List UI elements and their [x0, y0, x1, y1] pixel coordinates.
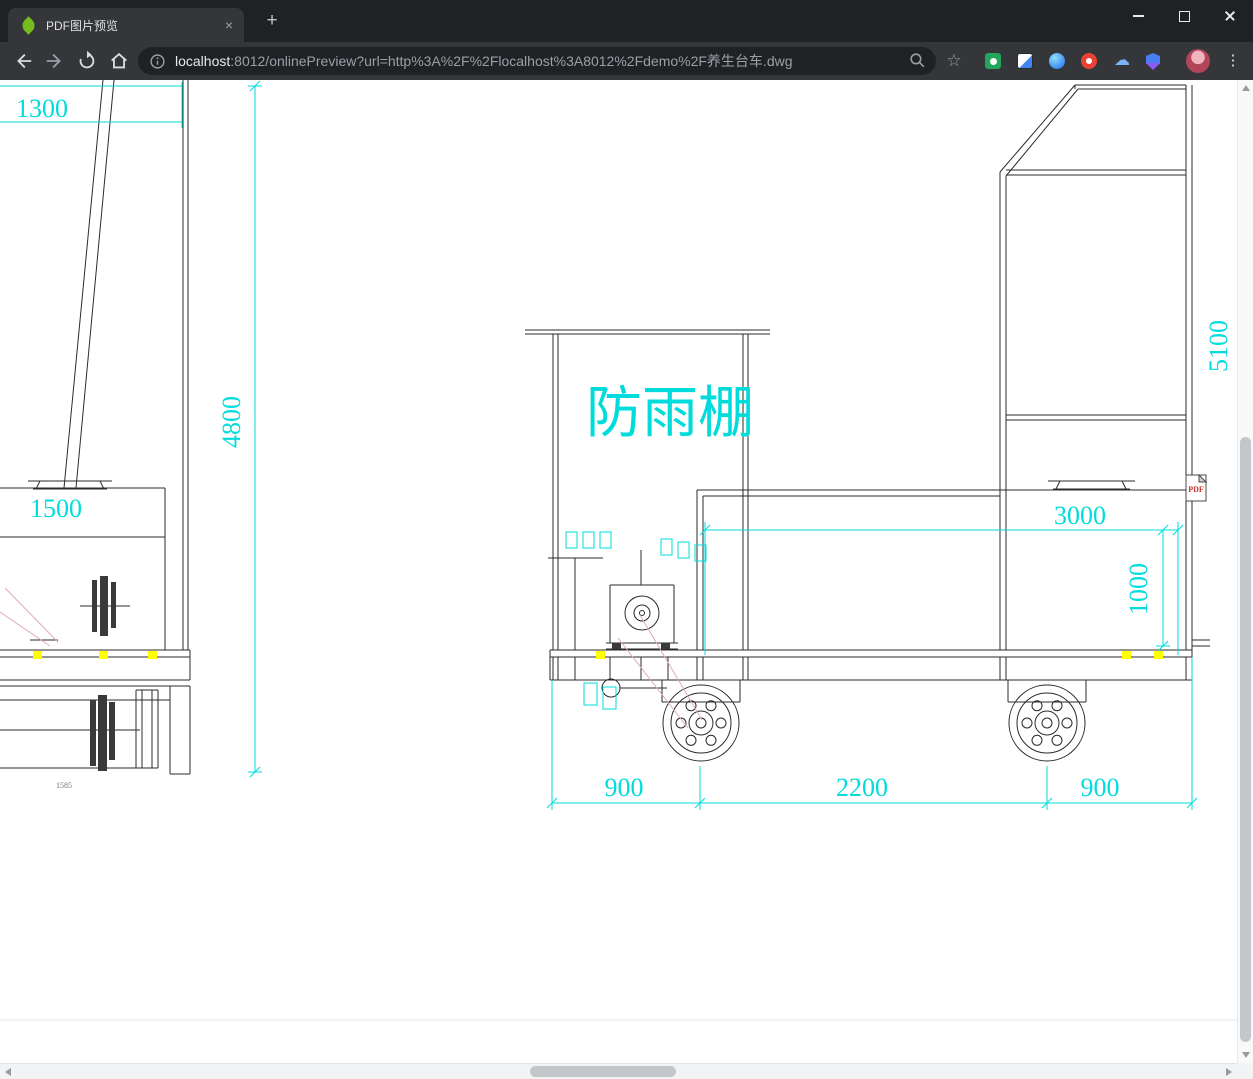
home-icon[interactable]: [108, 50, 130, 72]
address-bar[interactable]: localhost:8012/onlinePreview?url=http%3A…: [138, 47, 936, 75]
bookmark-star-icon[interactable]: ☆: [944, 50, 964, 72]
new-tab-button[interactable]: +: [260, 9, 284, 33]
preview-page: 1300 4800 1500 5100 3000 1000 900 2200 9…: [0, 80, 1237, 1063]
dim-1000-label: 1000: [1124, 563, 1153, 615]
vertical-scroll-thumb[interactable]: [1240, 437, 1251, 1042]
shield-extension-icon[interactable]: [1146, 53, 1160, 70]
browser-tab[interactable]: PDF图片预览 ×: [8, 8, 244, 42]
tab-close-icon[interactable]: ×: [221, 17, 237, 33]
rain-shelter-label: 防雨棚: [586, 383, 754, 445]
dim-1300-label: 1300: [16, 94, 68, 123]
maximize-icon: [1178, 10, 1190, 22]
cad-drawing-canvas: 1300 4800 1500 5100 3000 1000 900 2200 9…: [0, 80, 1237, 1021]
axle-details: [90, 576, 670, 771]
wheel-left: [662, 684, 740, 762]
scroll-up-arrow[interactable]: [1242, 85, 1250, 91]
dim-4800-label: 4800: [217, 396, 246, 448]
extension-icon-blue[interactable]: [1049, 53, 1065, 69]
scroll-down-arrow[interactable]: [1242, 1052, 1250, 1058]
translate-extension-icon[interactable]: [1017, 53, 1033, 69]
pdf-file-icon[interactable]: PDF: [1185, 473, 1208, 502]
tab-title: PDF图片预览: [46, 18, 119, 33]
browser-toolbar: localhost:8012/onlinePreview?url=http%3A…: [0, 42, 1253, 80]
horizontal-scrollbar[interactable]: [0, 1063, 1253, 1079]
dim-small-label: 1585: [56, 781, 72, 790]
dim-1500-label: 1500: [30, 494, 82, 523]
vertical-scrollbar[interactable]: [1237, 80, 1253, 1063]
url-path: :8012/onlinePreview?url=http%3A%2F%2Floc…: [230, 53, 793, 69]
zoom-search-icon[interactable]: [908, 51, 927, 70]
close-window-button[interactable]: [1207, 0, 1253, 32]
extension-icon-green[interactable]: [985, 53, 1001, 69]
reload-icon[interactable]: [76, 50, 98, 72]
page-info-icon[interactable]: [149, 53, 166, 70]
dim-3000-label: 3000: [1054, 501, 1106, 530]
horizontal-scroll-thumb[interactable]: [530, 1066, 676, 1077]
maximize-button[interactable]: [1161, 0, 1207, 32]
scroll-left-arrow[interactable]: [5, 1068, 11, 1076]
dim-900-right-label: 900: [1081, 773, 1120, 802]
pdf-badge-text: PDF: [1188, 485, 1204, 494]
url-text: localhost:8012/onlinePreview?url=http%3A…: [175, 51, 793, 71]
scrollbar-corner: [1237, 1063, 1253, 1079]
title-bar: PDF图片预览 × +: [0, 0, 1253, 42]
dimension-lines: [0, 80, 1198, 810]
cloud-extension-icon[interactable]: ☁: [1114, 53, 1130, 69]
back-icon[interactable]: [12, 50, 34, 72]
scroll-right-arrow[interactable]: [1226, 1068, 1232, 1076]
dim-900-left-label: 900: [605, 773, 644, 802]
browser-window: PDF图片预览 × + localhost:8012/onlinePreview…: [0, 0, 1253, 1079]
dim-2200-label: 2200: [836, 773, 888, 802]
minimize-button[interactable]: [1115, 0, 1161, 32]
forward-icon[interactable]: [44, 50, 66, 72]
dim-5100-label: 5100: [1204, 320, 1233, 372]
minimize-icon: [1132, 15, 1144, 17]
wheel-right: [1008, 684, 1086, 762]
highlight-marks: [33, 651, 1163, 659]
close-icon: [1224, 10, 1236, 22]
dimension-labels: 1300 4800 1500 5100 3000 1000 900 2200 9…: [16, 94, 1233, 802]
extension-icon-red[interactable]: [1081, 53, 1097, 69]
profile-avatar[interactable]: [1186, 49, 1210, 73]
spring-leaf-favicon: [19, 15, 38, 35]
url-host: localhost: [175, 53, 231, 69]
browser-menu-icon[interactable]: ⋮: [1224, 50, 1242, 72]
